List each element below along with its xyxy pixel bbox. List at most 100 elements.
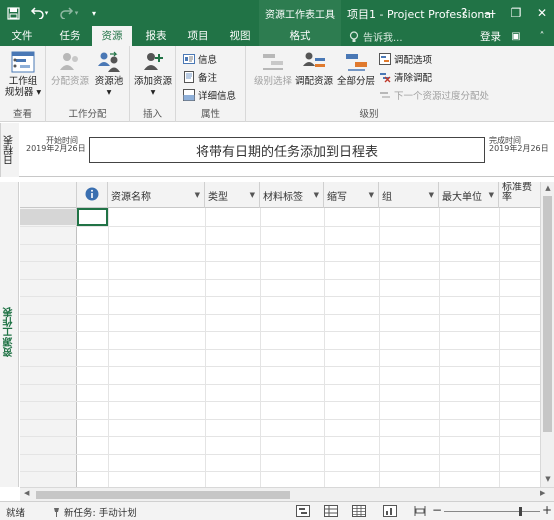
status-bar: 就绪 新任务: 手动计划 − + — [0, 501, 554, 520]
level-all-label: 全部分层 — [336, 76, 375, 87]
column-initials[interactable]: 缩写 ▼ — [324, 182, 379, 208]
save-icon[interactable] — [4, 4, 22, 22]
level-resource-button[interactable]: 调配资源 — [294, 50, 334, 87]
timeline-pane[interactable]: 日程表 开始时间 2019年2月26日 将带有日期的任务添加到日程表 完成时间 … — [0, 123, 554, 177]
next-overallocation-icon — [379, 89, 391, 101]
assign-resources-button[interactable]: 分配资源 — [50, 50, 90, 87]
timeline-tab[interactable]: 日程表 — [0, 123, 19, 177]
collapse-ribbon-icon[interactable]: ˄ — [527, 26, 554, 46]
next-overallocation-button[interactable]: 下一个资源过度分配处 — [379, 88, 489, 102]
tell-me-text: 告诉我... — [363, 33, 403, 44]
tab-report[interactable]: 报表 — [138, 26, 174, 46]
resource-sheet-view-icon[interactable] — [352, 505, 366, 517]
undo-icon[interactable]: ▾ — [28, 4, 50, 22]
level-all-icon — [343, 50, 369, 74]
assign-resources-label: 分配资源 — [50, 76, 89, 87]
team-planner-button[interactable]: 工作组 规划器 ▾ — [2, 50, 44, 98]
team-planner-icon — [10, 50, 36, 74]
report-view-icon[interactable] — [383, 505, 397, 517]
properties-group: 信息 备注 详细信息 属性 — [176, 46, 246, 122]
chevron-down-icon[interactable]: ▼ — [195, 191, 200, 199]
gantt-view-icon[interactable] — [296, 505, 310, 517]
select-all-corner[interactable] — [20, 182, 77, 208]
selected-row-header[interactable] — [20, 209, 77, 225]
column-resource-name[interactable]: 资源名称 ▼ — [108, 182, 205, 208]
tab-format[interactable]: 格式 — [259, 26, 341, 46]
active-cell[interactable] — [77, 208, 108, 226]
details-button[interactable]: 详细信息 — [183, 88, 236, 102]
resource-pool-button[interactable]: 资源池 ▾ — [92, 50, 126, 98]
level-group-label: 级别 — [359, 109, 379, 120]
column-divider — [379, 208, 380, 487]
zoom-slider-thumb[interactable] — [519, 507, 522, 516]
chevron-down-icon[interactable]: ▼ — [369, 191, 374, 199]
tab-resource[interactable]: 资源 — [92, 26, 132, 46]
tab-task[interactable]: 任务 — [52, 26, 88, 46]
details-icon — [183, 89, 195, 101]
tell-me-box[interactable]: 告诉我... — [349, 29, 403, 44]
column-standard-rate[interactable]: 标准费率 — [499, 182, 540, 208]
vertical-scroll-thumb[interactable] — [543, 196, 552, 432]
new-task-mode[interactable]: 新任务: 手动计划 — [52, 505, 137, 519]
column-divider — [205, 208, 206, 487]
level-resource-label: 调配资源 — [294, 76, 333, 87]
scroll-left-icon[interactable]: ◀ — [24, 489, 34, 499]
leveling-options-button[interactable]: 调配选项 — [379, 52, 432, 66]
column-group[interactable]: 组 ▼ — [379, 182, 439, 208]
insert-group: 添加资源 ▾ 插入 — [130, 46, 176, 122]
redo-icon[interactable]: ▾ — [58, 4, 80, 22]
timeline-toggle-icon[interactable] — [413, 505, 427, 517]
level-all-button[interactable]: 全部分层 — [336, 50, 376, 87]
chevron-down-icon[interactable]: ▼ — [489, 191, 494, 199]
context-tool-label: 资源工作表工具 — [259, 0, 341, 26]
status-ready: 就绪 — [6, 508, 26, 519]
column-material-label[interactable]: 材料标签 ▼ — [260, 182, 324, 208]
level-selection-button[interactable]: 级别选择 — [252, 50, 294, 87]
notes-button[interactable]: 备注 — [183, 70, 217, 84]
vertical-scrollbar[interactable]: ▲ ▼ — [540, 182, 554, 487]
properties-group-label: 属性 — [200, 109, 220, 120]
lightbulb-icon — [349, 30, 359, 42]
clear-leveling-label: 清除调配 — [394, 73, 433, 84]
tab-project[interactable]: 项目 — [180, 26, 216, 46]
grid-header: 资源名称 ▼ 类型 ▼ 材料标签 ▼ 缩写 ▼ 组 ▼ 最大单位 ▼ 标准费率 — [20, 182, 540, 208]
row-divider — [20, 401, 540, 402]
customize-qat-icon[interactable]: ▾ — [88, 4, 100, 22]
column-type[interactable]: 类型 ▼ — [205, 182, 260, 208]
level-selection-label: 级别选择 — [253, 76, 292, 87]
column-max-units[interactable]: 最大单位 ▼ — [439, 182, 499, 208]
task-usage-view-icon[interactable] — [324, 505, 338, 517]
notes-icon — [183, 71, 195, 83]
tab-view[interactable]: 视图 — [222, 26, 258, 46]
column-divider — [324, 208, 325, 487]
chevron-down-icon[interactable]: ▼ — [314, 191, 319, 199]
scroll-down-icon[interactable]: ▼ — [543, 475, 553, 485]
clear-leveling-button[interactable]: 清除调配 — [379, 70, 432, 84]
horizontal-scroll-thumb[interactable] — [36, 491, 290, 499]
horizontal-scrollbar[interactable]: ◀ ▶ — [20, 487, 554, 501]
close-button[interactable]: ✕ — [527, 0, 554, 26]
tab-file[interactable]: 文件 — [4, 26, 40, 46]
pin-icon — [54, 508, 59, 517]
timeline-bar[interactable]: 将带有日期的任务添加到日程表 — [89, 137, 485, 163]
zoom-slider-track[interactable] — [444, 511, 540, 512]
column-divider — [108, 208, 109, 487]
information-button[interactable]: 信息 — [183, 52, 217, 66]
row-divider — [20, 296, 540, 297]
zoom-out-button[interactable]: − — [432, 503, 442, 517]
level-resource-icon — [301, 50, 327, 74]
column-max-units-label: 最大单位 — [442, 192, 482, 203]
scroll-up-icon[interactable]: ▲ — [543, 184, 553, 194]
zoom-in-button[interactable]: + — [542, 503, 552, 517]
resource-sheet-grid[interactable]: 资源名称 ▼ 类型 ▼ 材料标签 ▼ 缩写 ▼ 组 ▼ 最大单位 ▼ 标准费率 — [20, 182, 540, 487]
add-resources-button[interactable]: 添加资源 ▾ — [133, 50, 173, 98]
indicators-column-header[interactable] — [77, 182, 108, 208]
login-link[interactable]: 登录 — [480, 29, 501, 44]
chevron-down-icon[interactable]: ▼ — [429, 191, 434, 199]
view-group: 工作组 规划器 ▾ 查看 — [0, 46, 46, 122]
chevron-down-icon[interactable]: ▼ — [250, 191, 255, 199]
assignments-group: 分配资源 资源池 ▾ 工作分配 — [46, 46, 130, 122]
row-divider — [20, 453, 540, 455]
scroll-right-icon[interactable]: ▶ — [540, 489, 550, 499]
column-standard-rate-label: 标准费率 — [502, 182, 532, 203]
